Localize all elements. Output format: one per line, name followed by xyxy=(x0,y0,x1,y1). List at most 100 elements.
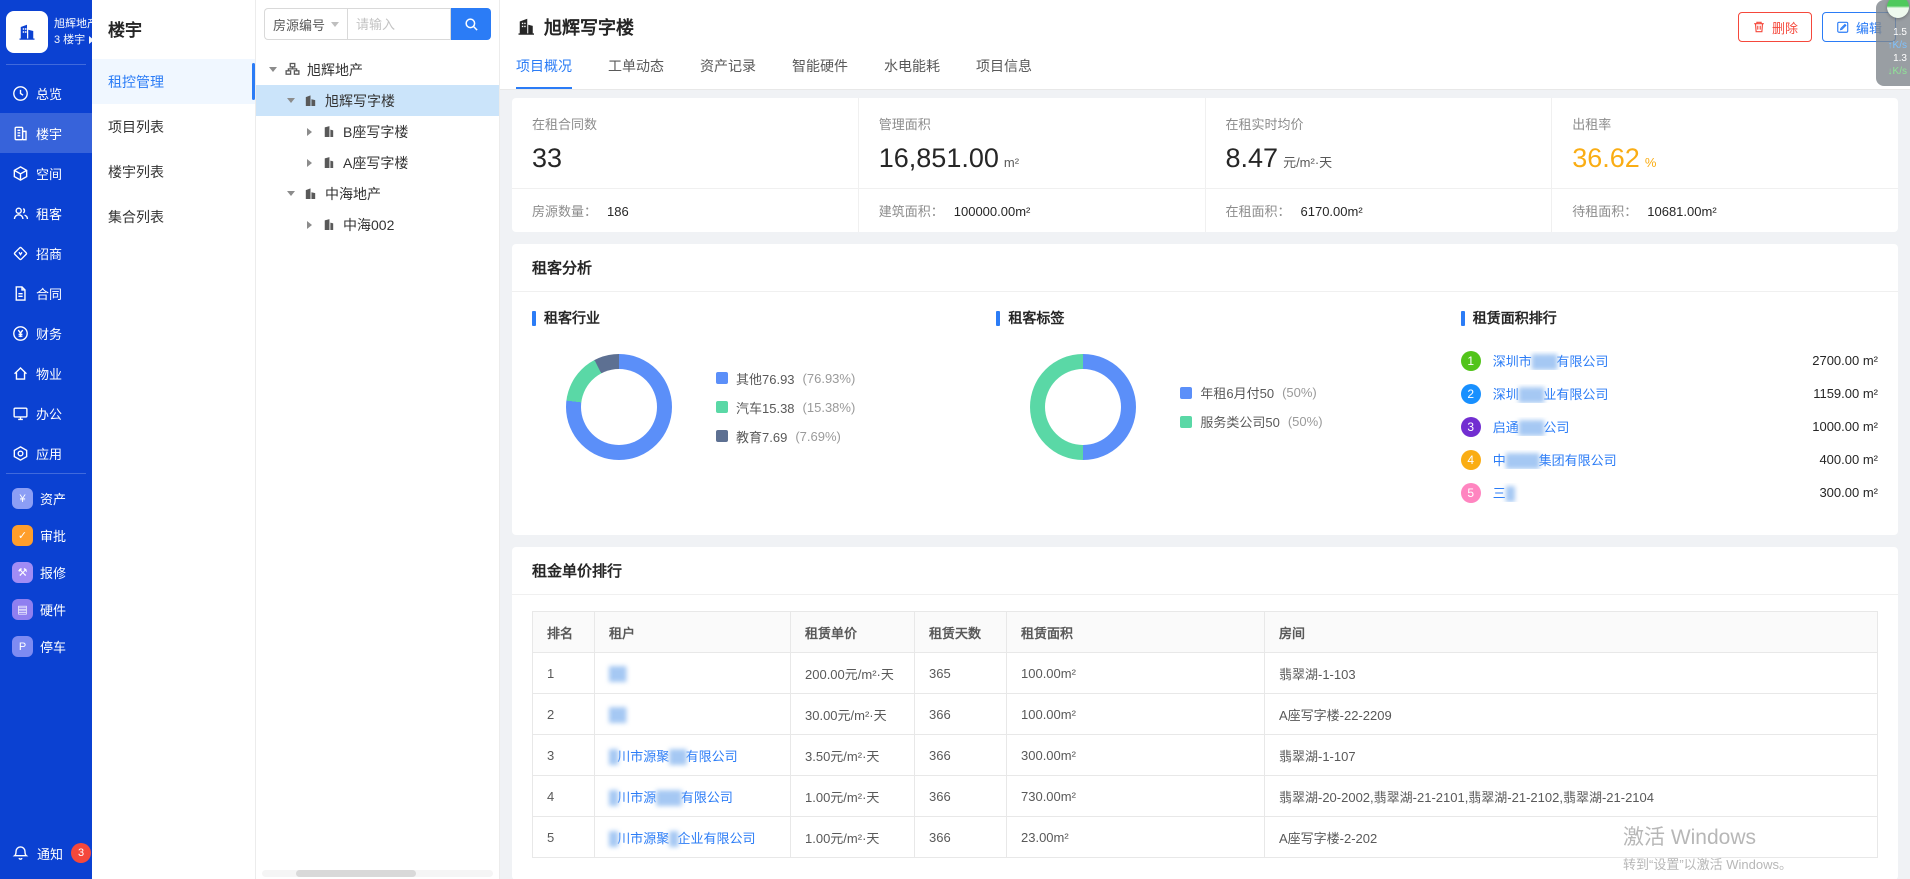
tab-assets[interactable]: 资产记录 xyxy=(700,56,756,89)
search-field-value: 房源编号 xyxy=(273,15,325,34)
sidebar-item-repair[interactable]: ⚒ 报修 xyxy=(0,554,92,591)
legend-item: 服务类公司50(50%) xyxy=(1180,412,1322,431)
sidebar-item-label: 租客 xyxy=(36,204,62,223)
tenant-link[interactable]: █川市源聚██有限公司 xyxy=(595,735,791,776)
tree-node-label: 中海地产 xyxy=(325,184,381,204)
chevron-down-icon xyxy=(331,22,339,27)
company-link[interactable]: 深圳市███有限公司 xyxy=(1493,351,1800,370)
tab-workorders[interactable]: 工单动态 xyxy=(608,56,664,89)
sidebar-item-label: 楼宇 xyxy=(36,124,62,143)
main-area: 旭辉写字楼 删除 编辑 项目概况 工单动态 资产记录 智能硬件 水电能耗 项目信… xyxy=(500,0,1910,879)
assets-app-icon: ¥ xyxy=(12,488,33,509)
rank-badge: 4 xyxy=(1461,450,1481,470)
project-building-icon xyxy=(516,17,536,37)
company-link[interactable]: 启通███公司 xyxy=(1493,417,1800,436)
trash-icon xyxy=(1752,20,1766,34)
section-title: 租客标签 xyxy=(1008,308,1064,328)
company-link[interactable]: 中████集团有限公司 xyxy=(1493,450,1808,469)
sidebar-item-investment[interactable]: 招商 xyxy=(0,233,92,273)
industry-donut-chart xyxy=(566,354,672,460)
tab-smart-hardware[interactable]: 智能硬件 xyxy=(792,56,848,89)
scrollbar-thumb[interactable] xyxy=(296,870,416,877)
tree-node-org-zhonghai[interactable]: 中海地产 xyxy=(256,178,499,209)
tenant-tags-section: 租客标签 年租6月付50(50%) 服务类公司50(50%) xyxy=(996,308,1460,509)
collapse-arrow-icon[interactable] xyxy=(286,191,296,196)
sidebar-item-space[interactable]: 空间 xyxy=(0,153,92,193)
notifications-button[interactable]: 通知 3 xyxy=(0,843,92,879)
tenant-link[interactable]: █川市源聚█企业有限公司 xyxy=(595,817,791,858)
collapse-arrow-icon[interactable] xyxy=(286,98,296,103)
sidebar-item-label: 物业 xyxy=(36,364,62,383)
page-title: 旭辉写字楼 xyxy=(544,14,634,40)
delete-button[interactable]: 删除 xyxy=(1738,12,1812,42)
section-marker xyxy=(996,311,1000,326)
company-link[interactable]: 深圳███业有限公司 xyxy=(1493,384,1801,403)
tenant-link[interactable]: █川市源███有限公司 xyxy=(595,776,791,817)
sidebar-item-label: 资产 xyxy=(40,489,66,508)
contract-icon xyxy=(12,285,29,302)
panel-title: 楼宇 xyxy=(92,0,255,59)
sidebar-item-overview[interactable]: 总览 xyxy=(0,73,92,113)
leased-area-ranking-section: 租赁面积排行 1 深圳市███有限公司 2700.00 m² 2 深圳███业有… xyxy=(1461,308,1878,509)
collapse-arrow-icon[interactable] xyxy=(268,67,278,72)
table-row: 4 █川市源███有限公司 1.00元/m²·天 366 730.00m² 翡翠… xyxy=(533,776,1878,817)
app-shortcuts: ¥ 资产 ✓ 审批 ⚒ 报修 ▤ 硬件 P 停车 xyxy=(0,474,92,665)
legend-swatch xyxy=(716,401,728,413)
menu-item-collection-list[interactable]: 集合列表 xyxy=(92,194,255,239)
tree-node-building-a[interactable]: A座写字楼 xyxy=(256,147,499,178)
tags-donut-chart xyxy=(1030,354,1136,460)
stat-contracts: 在租合同数 33 xyxy=(512,98,859,188)
expand-arrow-icon[interactable] xyxy=(304,159,314,167)
net-float-ball[interactable] xyxy=(1887,0,1909,18)
tab-project-info[interactable]: 项目信息 xyxy=(976,56,1032,89)
edit-icon xyxy=(1836,20,1850,34)
stat-avg-price: 在租实时均价 8.47元/m²·天 xyxy=(1206,98,1553,188)
menu-item-project-list[interactable]: 项目列表 xyxy=(92,104,255,149)
sidebar-item-finance[interactable]: 财务 xyxy=(0,313,92,353)
rank-item: 1 深圳市███有限公司 2700.00 m² xyxy=(1461,344,1878,377)
sidebar-item-assets[interactable]: ¥ 资产 xyxy=(0,480,92,517)
sidebar-item-office[interactable]: 办公 xyxy=(0,393,92,433)
stats-card: 在租合同数 33 管理面积 16,851.00m² 在租实时均价 8.47元/m… xyxy=(512,98,1898,232)
tree-node-org[interactable]: 旭辉地产 xyxy=(256,54,499,85)
stat-vacant-area: 待租面积：10681.00m² xyxy=(1552,189,1898,232)
tenant-analysis-card: 租客分析 租客行业 其他76.93(76.93%) 汽车15.38(15.38%… xyxy=(512,244,1898,535)
expand-arrow-icon[interactable] xyxy=(304,221,314,229)
sidebar-item-tenants[interactable]: 租客 xyxy=(0,193,92,233)
org-switcher[interactable]: 旭辉地产 3 楼宇 xyxy=(0,0,92,64)
menu-item-rent-control[interactable]: 租控管理 xyxy=(92,59,255,104)
sidebar-item-property[interactable]: 物业 xyxy=(0,353,92,393)
legend-swatch xyxy=(716,430,728,442)
search-button[interactable] xyxy=(451,8,491,40)
tenant-link[interactable]: ██ xyxy=(595,653,791,694)
net-speed-widget[interactable]: 1.5 ↑K/s 1.3 ↓K/s xyxy=(1876,0,1910,86)
company-link[interactable]: 三█ xyxy=(1493,483,1808,502)
col-tenant: 租户 xyxy=(595,612,791,653)
stat-managed-area: 管理面积 16,851.00m² xyxy=(859,98,1206,188)
search-input[interactable] xyxy=(347,8,451,40)
rank-badge: 1 xyxy=(1461,351,1481,371)
sidebar-item-approval[interactable]: ✓ 审批 xyxy=(0,517,92,554)
tree-node-building-b[interactable]: B座写字楼 xyxy=(256,116,499,147)
tab-overview[interactable]: 项目概况 xyxy=(516,56,572,89)
tenant-link[interactable]: ██ xyxy=(595,694,791,735)
sidebar-item-parking[interactable]: P 停车 xyxy=(0,628,92,665)
tab-utilities[interactable]: 水电能耗 xyxy=(884,56,940,89)
tree-node-project-selected[interactable]: 旭辉写字楼 xyxy=(256,85,499,116)
overview-content: 在租合同数 33 管理面积 16,851.00m² 在租实时均价 8.47元/m… xyxy=(500,90,1910,879)
org-expand-icon xyxy=(89,36,94,44)
col-rooms: 房间 xyxy=(1265,612,1878,653)
sidebar-item-hardware[interactable]: ▤ 硬件 xyxy=(0,591,92,628)
leased-area-value: 400.00 m² xyxy=(1819,452,1878,467)
menu-item-building-list[interactable]: 楼宇列表 xyxy=(92,149,255,194)
sidebar-item-label: 空间 xyxy=(36,164,62,183)
main-nav: 总览 楼宇 空间 租客 招商 合同 财务 物业 xyxy=(0,65,92,473)
sidebar-item-buildings[interactable]: 楼宇 xyxy=(0,113,92,153)
bell-icon xyxy=(12,845,29,862)
sidebar-item-apps[interactable]: 应用 xyxy=(0,433,92,473)
sidebar-item-contracts[interactable]: 合同 xyxy=(0,273,92,313)
expand-arrow-icon[interactable] xyxy=(304,128,314,136)
search-field-select[interactable]: 房源编号 xyxy=(264,8,347,40)
tree-node-zhonghai-002[interactable]: 中海002 xyxy=(256,209,499,240)
leased-area-value: 2700.00 m² xyxy=(1812,353,1878,368)
